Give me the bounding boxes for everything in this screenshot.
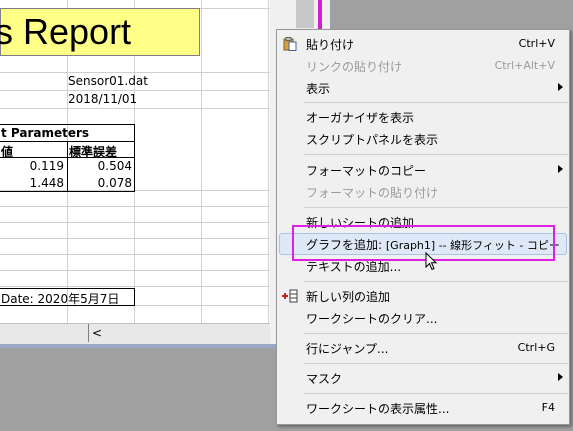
grid-line [0,238,270,239]
menu-shortcut: Ctrl+G [517,341,555,354]
table-header-error: 標準誤差 [69,145,118,159]
menu-separator [304,207,568,208]
menu-shortcut: Ctrl+Alt+V [494,59,555,72]
menu-item-paste-link[interactable]: リンクの貼り付け Ctrl+Alt+V [277,55,569,77]
grid-line [268,0,269,323]
table-cell[interactable]: 1.448 [0,176,64,190]
horizontal-scrollbar[interactable]: < [0,323,270,344]
grid-line [0,206,270,207]
grid-line [0,286,270,287]
grid-line [201,0,202,323]
highlight-annotation-box [292,225,555,261]
table-title: t Parameters [1,126,90,140]
report-title: s Report [0,11,132,52]
menu-label: オーガナイザを表示 [306,111,415,125]
menu-label: 新しい列の追加 [306,290,391,304]
menu-label: ワークシートの表示属性... [306,402,450,416]
grid-line [0,222,270,223]
menu-item-jump-to-row[interactable]: 行にジャンプ... Ctrl+G [277,337,569,359]
grid-line [0,72,270,73]
grid-line [0,254,270,255]
menu-shortcut: F4 [541,401,555,414]
menu-separator [304,154,568,155]
menu-label: リンクの貼り付け [306,60,403,74]
table-cell[interactable]: 0.504 [68,159,132,173]
mouse-cursor-icon [425,252,438,271]
table-cell[interactable]: 0.078 [68,176,132,190]
menu-separator [304,393,568,394]
menu-label: ワークシートのクリア... [306,312,438,326]
grid-line [0,90,270,91]
menu-item-view[interactable]: 表示 [277,77,569,99]
menu-separator [304,281,568,282]
vertical-scrollbar[interactable] [296,0,314,28]
menu-item-sheet-properties[interactable]: ワークシートの表示属性... F4 [277,397,569,419]
grid-line [0,108,270,109]
grid-line [0,270,270,271]
menu-item-paste-format[interactable]: フォーマットの貼り付け [277,181,569,203]
paste-icon [283,37,297,51]
menu-item-paste[interactable]: 貼り付け Ctrl+V [277,33,569,55]
submenu-arrow-icon [558,373,563,381]
submenu-arrow-icon [558,83,563,91]
menu-label: 貼り付け [306,38,355,52]
file-name-cell[interactable]: Sensor01.dat [68,74,148,88]
table-header-value: 値 [1,145,14,159]
menu-label: 行にジャンプ... [306,342,389,356]
menu-item-clear-worksheet[interactable]: ワークシートのクリア... [277,307,569,329]
submenu-arrow-icon [558,165,563,173]
menu-item-show-script-panel[interactable]: スクリプトパネルを表示 [277,128,569,150]
menu-item-mask[interactable]: マスク [277,367,569,389]
menu-label: スクリプトパネルを表示 [306,133,439,147]
menu-label: 表示 [306,82,331,96]
menu-item-copy-format[interactable]: フォーマットのコピー [277,159,569,181]
add-column-icon [282,289,298,303]
menu-separator [304,333,568,334]
date-cell[interactable]: 2018/11/01 [68,92,137,106]
menu-label: フォーマットの貼り付け [306,186,439,200]
menu-shortcut: Ctrl+V [518,37,555,50]
menu-item-show-organizer[interactable]: オーガナイザを表示 [277,106,569,128]
menu-label: フォーマットのコピー [306,164,427,178]
report-title-cell[interactable]: s Report [0,8,200,56]
menu-label: マスク [306,372,343,386]
scroll-left-button[interactable]: < [88,324,105,342]
menu-separator [304,102,568,103]
menu-item-add-column[interactable]: 新しい列の追加 [277,285,569,307]
menu-separator [304,363,568,364]
footer-date: Date: 2020年5月7日 [1,292,120,306]
table-cell[interactable]: 0.119 [0,159,64,173]
